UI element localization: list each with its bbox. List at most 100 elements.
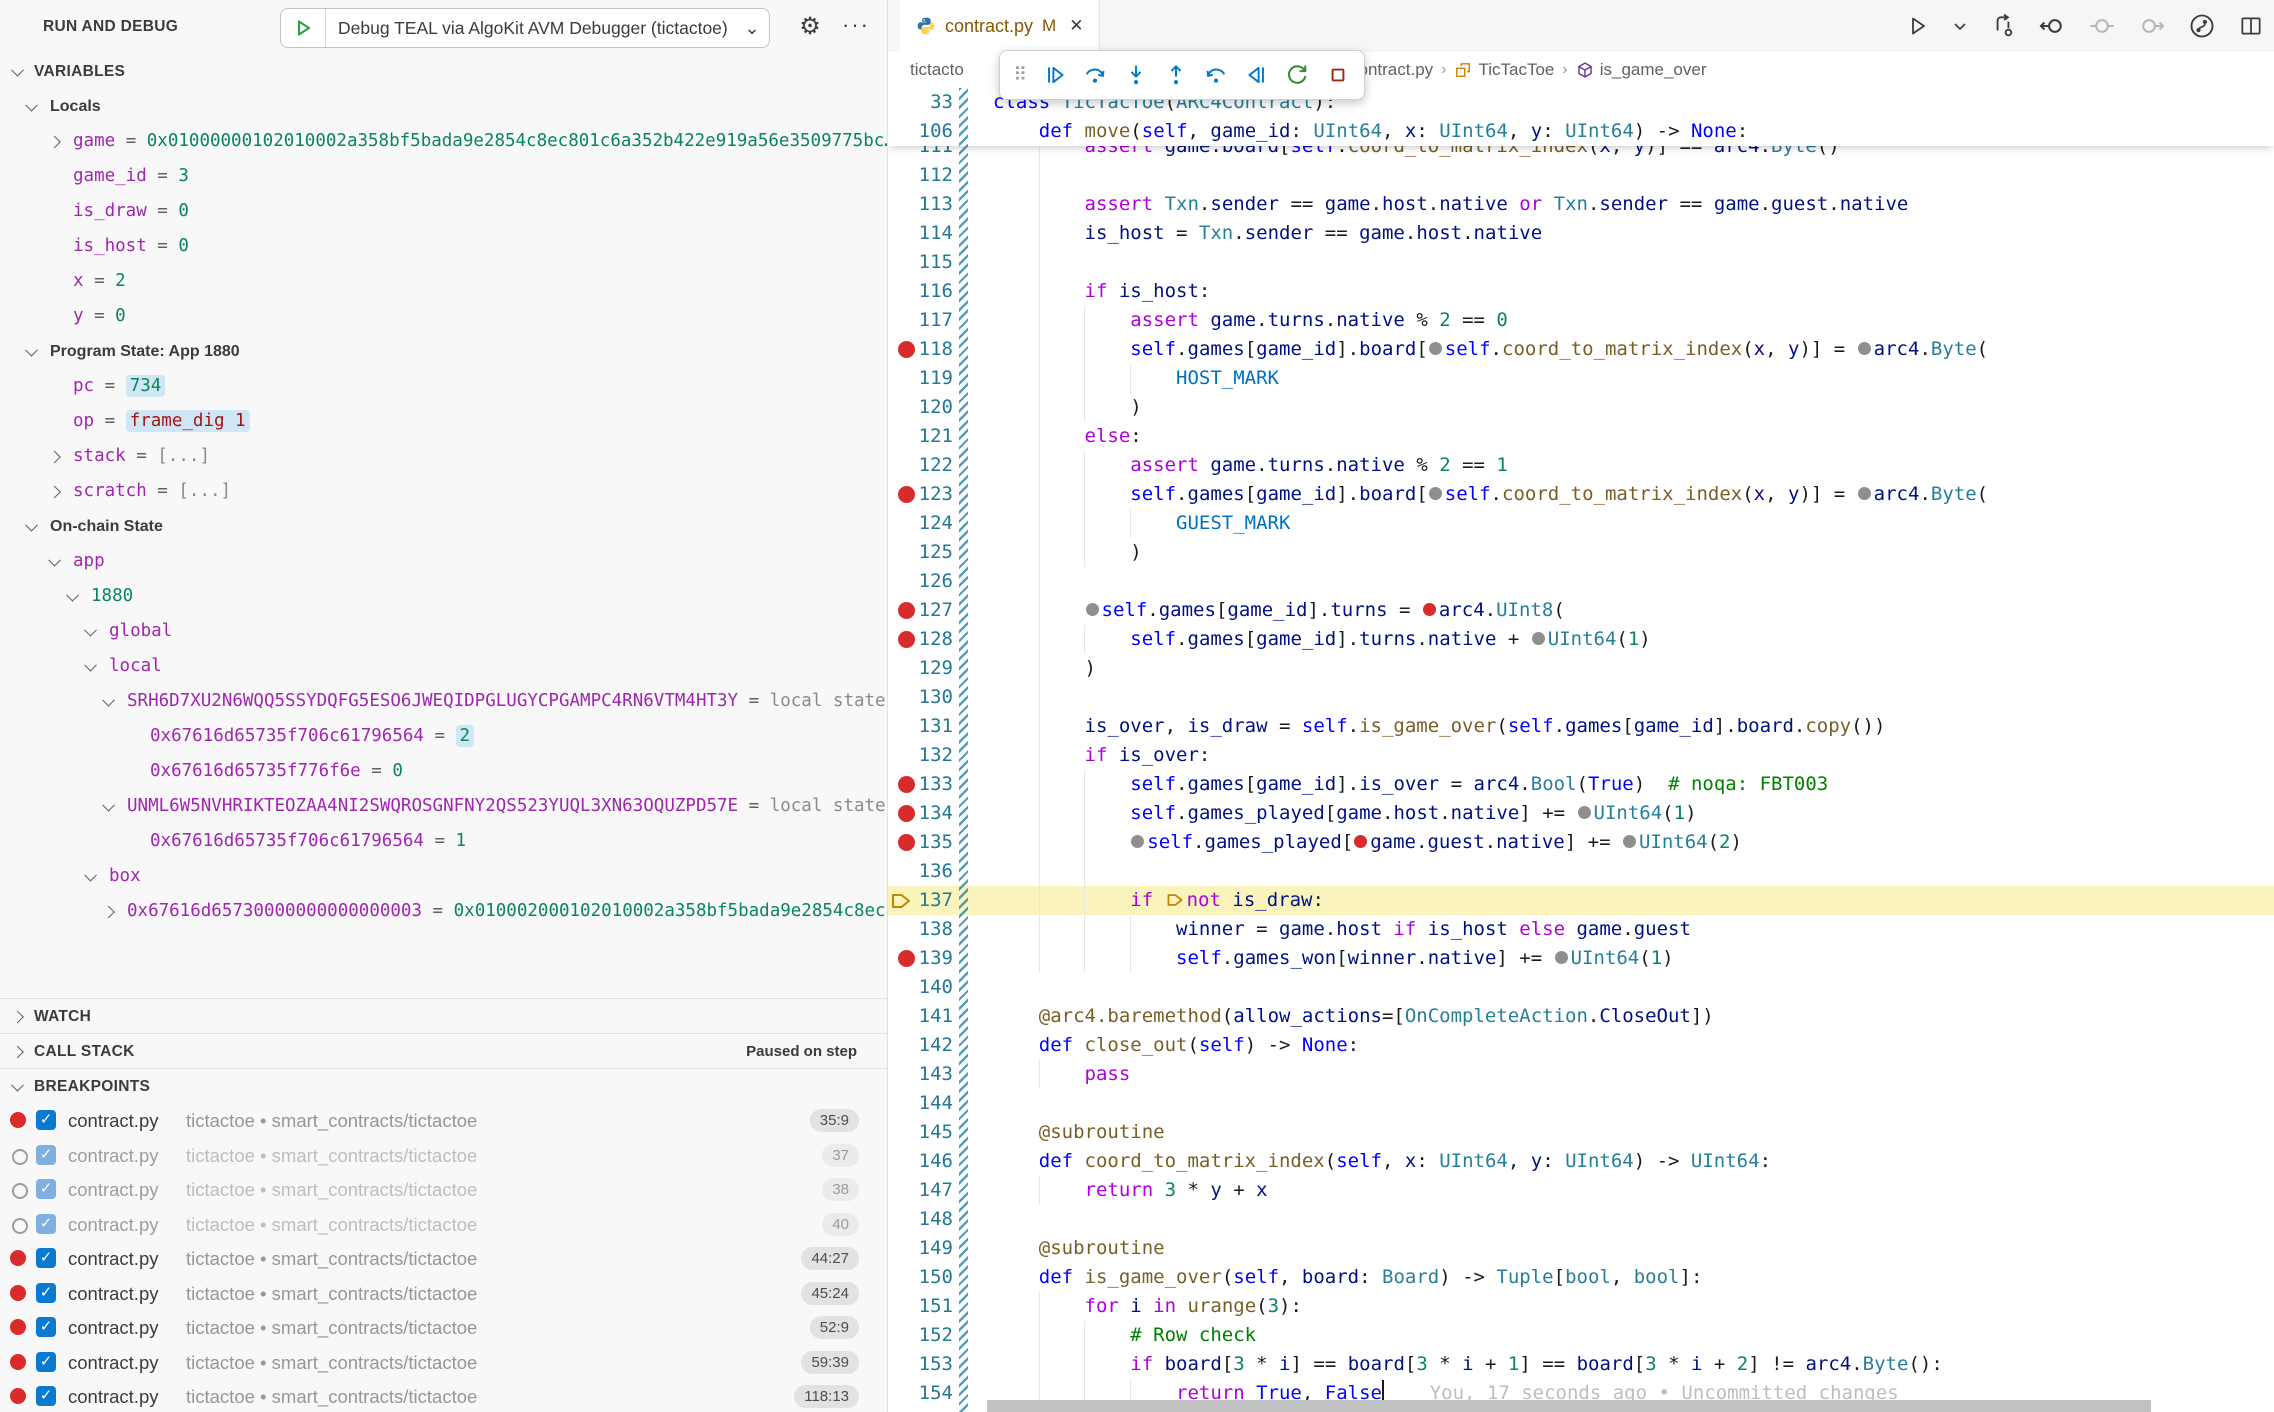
gutter[interactable]: 138	[888, 915, 988, 944]
step-out-button[interactable]	[1163, 62, 1189, 88]
variable-row[interactable]: pc = 734	[0, 369, 887, 404]
variable-row[interactable]: stack = [...]	[0, 439, 887, 474]
breakpoint-row[interactable]: ✓contract.pytictactoe • smart_contracts/…	[0, 1379, 887, 1412]
gutter[interactable]: 125	[888, 538, 988, 567]
gutter[interactable]: 106	[888, 117, 988, 146]
variable-row[interactable]: 0x67616d65735f776f6e = 0	[0, 754, 887, 789]
variable-row[interactable]: UNML6W5NVHRIKTEOZAA4NI2SWQROSGNFNY2QS523…	[0, 789, 887, 824]
gutter[interactable]: 148	[888, 1205, 988, 1234]
horizontal-scrollbar[interactable]	[987, 1400, 2151, 1412]
variable-row[interactable]: game_id = 3	[0, 159, 887, 194]
breakpoint-row[interactable]: ✓contract.pytictactoe • smart_contracts/…	[0, 1138, 887, 1173]
inline-breakpoint-candidate-icon[interactable]	[1858, 342, 1871, 355]
sticky-line[interactable]: 106 def move(self, game_id: UInt64, x: U…	[888, 117, 2274, 146]
code-line[interactable]: 134 self.games_played[game.host.native] …	[888, 799, 2274, 828]
code-line[interactable]: 131 is_over, is_draw = self.is_game_over…	[888, 712, 2274, 741]
gutter[interactable]: 140	[888, 973, 988, 1002]
inline-breakpoint-icon[interactable]	[1354, 835, 1367, 848]
debug-config-dropdown[interactable]: Debug TEAL via AlgoKit AVM Debugger (tic…	[280, 8, 770, 48]
navigate-position-icon[interactable]	[2088, 12, 2116, 40]
inline-breakpoint-candidate-icon[interactable]	[1429, 487, 1442, 500]
gutter[interactable]: 144	[888, 1089, 988, 1118]
code-line[interactable]: 119 HOST_MARK	[888, 364, 2274, 393]
code-line[interactable]: 147 return 3 * y + x	[888, 1176, 2274, 1205]
code-line[interactable]: 118 self.games[game_id].board[self.coord…	[888, 335, 2274, 364]
gutter[interactable]: 146	[888, 1147, 988, 1176]
variable-row[interactable]: 0x67616d65735f706c61796564 = 1	[0, 824, 887, 859]
inline-breakpoint-icon[interactable]	[1423, 603, 1436, 616]
gutter[interactable]: 152	[888, 1321, 988, 1350]
inline-breakpoint-candidate-icon[interactable]	[1086, 603, 1099, 616]
breakpoint-row[interactable]: ✓contract.pytictactoe • smart_contracts/…	[0, 1207, 887, 1242]
variable-row[interactable]: is_draw = 0	[0, 194, 887, 229]
call-stack-panel-header[interactable]: CALL STACK Paused on step	[0, 1033, 887, 1069]
code-line[interactable]: 141 @arc4.baremethod(allow_actions=[OnCo…	[888, 1002, 2274, 1031]
code-line[interactable]: 114 is_host = Txn.sender == game.host.na…	[888, 219, 2274, 248]
rerun-icon[interactable]	[1990, 13, 2016, 39]
breakpoint-checkbox[interactable]: ✓	[36, 1317, 56, 1337]
inline-breakpoint-candidate-icon[interactable]	[1555, 951, 1568, 964]
gutter[interactable]: 139	[888, 944, 988, 973]
variable-row[interactable]: 0x67616d65735f706c61796564 = 2	[0, 719, 887, 754]
code-line[interactable]: 143 pass	[888, 1060, 2274, 1089]
code-line[interactable]: 142 def close_out(self) -> None:	[888, 1031, 2274, 1060]
code-line[interactable]: 117 assert game.turns.native % 2 == 0	[888, 306, 2274, 335]
breakpoint-checkbox[interactable]: ✓	[36, 1386, 56, 1406]
gutter[interactable]: 128	[888, 625, 988, 654]
navigate-back-icon[interactable]	[2038, 12, 2066, 40]
gutter[interactable]: 147	[888, 1176, 988, 1205]
code-editor[interactable]: 111 assert game.board[self.coord_to_matr…	[888, 88, 2274, 1412]
breakpoint-checkbox[interactable]: ✓	[36, 1110, 56, 1130]
code-line[interactable]: 140	[888, 973, 2274, 1002]
inline-breakpoint-candidate-icon[interactable]	[1578, 806, 1591, 819]
breakpoint-checkbox[interactable]: ✓	[36, 1179, 56, 1199]
gutter[interactable]: 119	[888, 364, 988, 393]
gutter[interactable]: 142	[888, 1031, 988, 1060]
gutter[interactable]: 154	[888, 1379, 988, 1408]
step-over-button[interactable]	[1082, 62, 1108, 88]
breakpoint-checkbox[interactable]: ✓	[36, 1283, 56, 1303]
commit-graph-icon[interactable]	[2188, 12, 2216, 40]
code-line[interactable]: 127 self.games[game_id].turns = arc4.UIn…	[888, 596, 2274, 625]
navigate-forward-icon[interactable]	[2138, 12, 2166, 40]
gutter[interactable]: 112	[888, 161, 988, 190]
code-line[interactable]: 145 @subroutine	[888, 1118, 2274, 1147]
gutter[interactable]: 143	[888, 1060, 988, 1089]
code-line[interactable]: 125 )	[888, 538, 2274, 567]
stop-button[interactable]	[1325, 62, 1351, 88]
close-icon[interactable]: ✕	[1069, 16, 1083, 36]
breakpoint-checkbox[interactable]: ✓	[36, 1248, 56, 1268]
code-line[interactable]: 148	[888, 1205, 2274, 1234]
gutter[interactable]: 137	[888, 886, 988, 915]
inline-breakpoint-candidate-icon[interactable]	[1532, 632, 1545, 645]
step-back-button[interactable]	[1203, 62, 1229, 88]
gutter[interactable]: 141	[888, 1002, 988, 1031]
code-line[interactable]: 135 self.games_played[game.guest.native]…	[888, 828, 2274, 857]
variable-row[interactable]: app	[0, 544, 887, 579]
code-line[interactable]: 136	[888, 857, 2274, 886]
gutter[interactable]: 127	[888, 596, 988, 625]
drag-grip-icon[interactable]: ⠿	[1013, 64, 1027, 87]
code-line[interactable]: 150 def is_game_over(self, board: Board)…	[888, 1263, 2274, 1292]
variable-row[interactable]: is_host = 0	[0, 229, 887, 264]
tab-contract-py[interactable]: contract.py M ✕	[900, 0, 1100, 52]
gutter[interactable]: 131	[888, 712, 988, 741]
continue-button[interactable]	[1042, 62, 1068, 88]
gutter[interactable]: 151	[888, 1292, 988, 1321]
watch-panel-header[interactable]: WATCH	[0, 998, 887, 1034]
breakpoint-row[interactable]: ✓contract.pytictactoe • smart_contracts/…	[0, 1241, 887, 1276]
code-line[interactable]: 152 # Row check	[888, 1321, 2274, 1350]
code-line[interactable]: 153 if board[3 * i] == board[3 * i + 1] …	[888, 1350, 2274, 1379]
code-line[interactable]: 113 assert Txn.sender == game.host.nativ…	[888, 190, 2274, 219]
gutter[interactable]: 155	[888, 1408, 988, 1412]
run-icon[interactable]	[1906, 14, 1930, 38]
gutter[interactable]: 129	[888, 654, 988, 683]
gutter[interactable]: 150	[888, 1263, 988, 1292]
code-line[interactable]: 112	[888, 161, 2274, 190]
breakpoint-row[interactable]: ✓contract.pytictactoe • smart_contracts/…	[0, 1276, 887, 1311]
code-line[interactable]: 138 winner = game.host if is_host else g…	[888, 915, 2274, 944]
breakpoint-row[interactable]: ✓contract.pytictactoe • smart_contracts/…	[0, 1310, 887, 1345]
gutter[interactable]: 120	[888, 393, 988, 422]
code-line[interactable]: 149 @subroutine	[888, 1234, 2274, 1263]
code-line[interactable]: 133 self.games[game_id].is_over = arc4.B…	[888, 770, 2274, 799]
